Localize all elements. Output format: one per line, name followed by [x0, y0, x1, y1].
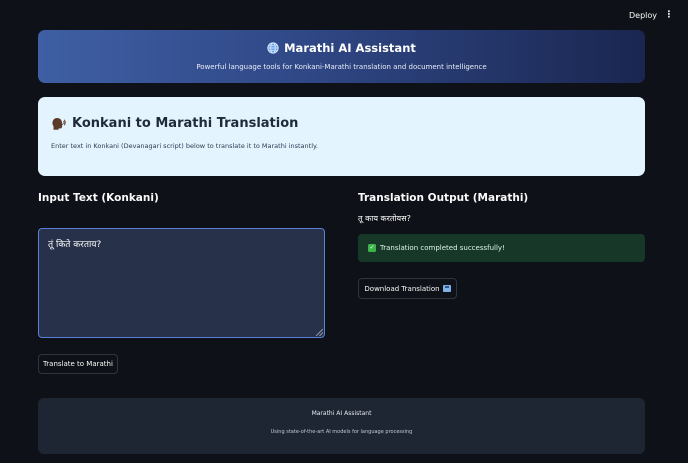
deploy-button[interactable]: Deploy: [625, 10, 661, 21]
success-alert: ✓ Translation completed successfully!: [358, 234, 645, 262]
section-title: Konkani to Marathi Translation: [72, 116, 299, 131]
hero-banner: Marathi AI Assistant Powerful language t…: [38, 30, 645, 83]
translate-button[interactable]: Translate to Marathi: [38, 354, 118, 374]
konkani-input-textarea[interactable]: तूं किते करताय?: [38, 228, 325, 338]
footer: Marathi AI Assistant Using state-of-the-…: [38, 398, 645, 454]
speaking-head-icon: [52, 118, 66, 130]
footer-title: Marathi AI Assistant: [311, 410, 372, 417]
success-message: Translation completed successfully!: [380, 244, 505, 252]
section-description: Enter text in Konkani (Devanagari script…: [51, 142, 318, 150]
translated-text: तू काय करतोयस?: [358, 214, 411, 223]
download-label: Download Translation: [364, 284, 440, 293]
hero-subtitle: Powerful language tools for Konkani-Mara…: [196, 63, 487, 71]
output-heading: Translation Output (Marathi): [358, 192, 529, 204]
input-heading: Input Text (Konkani): [38, 192, 159, 204]
main-menu-icon[interactable]: ⋮: [664, 9, 674, 21]
resize-handle[interactable]: [316, 329, 323, 336]
translation-info-card: Konkani to Marathi Translation Enter tex…: [38, 97, 645, 176]
inbox-tray-icon: [442, 285, 451, 292]
hero-title: Marathi AI Assistant: [284, 41, 416, 55]
download-translation-button[interactable]: Download Translation: [358, 278, 457, 299]
top-toolbar: Deploy ⋮: [0, 0, 688, 30]
globe-icon: [267, 42, 279, 54]
check-mark-icon: ✓: [368, 244, 376, 252]
footer-subtitle: Using state-of-the-art AI models for lan…: [270, 429, 413, 435]
